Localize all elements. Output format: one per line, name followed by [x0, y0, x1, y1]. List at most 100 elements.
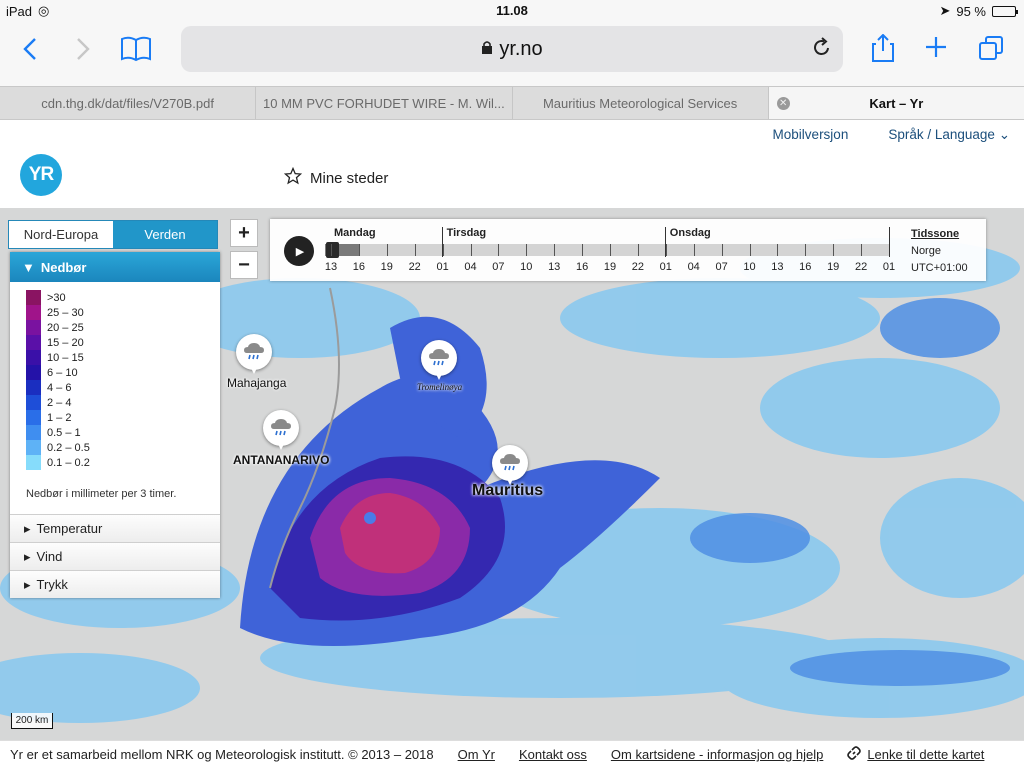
- legend-row: 0.5 – 1: [26, 425, 220, 440]
- place-label[interactable]: Mauritius: [472, 482, 543, 500]
- address-bar[interactable]: yr.no: [181, 26, 843, 72]
- timeline-hour-label: 13: [548, 261, 561, 273]
- timeline-hour-label: 07: [492, 261, 505, 273]
- panel-vind[interactable]: ▸ Vind: [10, 542, 220, 570]
- panel-label: Trykk: [36, 577, 68, 592]
- footer-credit: Yr er et samarbeid mellom NRK og Meteoro…: [10, 747, 434, 762]
- tab-nord-europa[interactable]: Nord-Europa: [9, 221, 113, 248]
- legend-label: 0.5 – 1: [47, 426, 81, 439]
- place-label[interactable]: ANTANANARIVO: [233, 453, 329, 467]
- legend-row: 6 – 10: [26, 365, 220, 380]
- legend-row: 1 – 2: [26, 410, 220, 425]
- timeline-tick: [721, 244, 723, 256]
- my-places-link[interactable]: Mine steder: [283, 166, 389, 189]
- my-places-label: Mine steder: [310, 169, 389, 187]
- location-arrow-icon: ➤: [939, 3, 951, 18]
- tab-wire[interactable]: 10 MM PVC FORHUDET WIRE - M. Wil...: [256, 87, 513, 119]
- back-chevron-icon[interactable]: [22, 36, 38, 66]
- timeline-tick: [554, 244, 556, 256]
- yr-logo[interactable]: YR: [20, 154, 62, 196]
- browser-toolbar: yr.no: [0, 22, 1024, 86]
- legend-swatch: [26, 350, 41, 365]
- timeline-hour-label: 13: [324, 261, 338, 273]
- legend-label: 1 – 2: [47, 411, 72, 424]
- legend-note: Nedbør i millimeter per 3 timer.: [26, 488, 177, 500]
- weather-map[interactable]: Nord-Europa Verden ▼ Nedbør >30 25 – 30 20…: [0, 208, 1024, 740]
- panel-temperatur[interactable]: ▸ Temperatur: [10, 514, 220, 542]
- timezone-offset: UTC+01:00: [911, 262, 968, 274]
- legend-row: >30: [26, 290, 220, 305]
- legend-label: 0.2 – 0.5: [47, 441, 90, 454]
- page-footer: Yr er et samarbeid mellom NRK og Meteoro…: [0, 740, 1024, 768]
- timeline-hour-label: 19: [603, 261, 617, 273]
- star-icon: [283, 166, 303, 189]
- triangle-right-icon: ▸: [24, 520, 31, 536]
- language-dropdown[interactable]: Språk / Language ⌄: [888, 127, 1010, 143]
- rain-cloud-icon: [244, 343, 264, 360]
- contact-link[interactable]: Kontakt oss: [519, 747, 587, 762]
- tab-kart-yr[interactable]: ✕ Kart – Yr: [768, 87, 1024, 119]
- timeline-tick: [498, 244, 500, 256]
- zoom-out-button[interactable]: −: [230, 251, 258, 279]
- weather-pin-tromelin[interactable]: [421, 340, 457, 384]
- timezone-title[interactable]: Tidssone: [911, 226, 968, 243]
- legend-swatch: [26, 335, 41, 350]
- tab-title: Mauritius Meteorological Services: [542, 95, 738, 111]
- timeline-hour-label: 19: [827, 261, 840, 273]
- mobile-version-link[interactable]: Mobilversjon: [773, 127, 849, 143]
- timeline-hour-label: 13: [771, 261, 784, 273]
- timeline-tick: [749, 244, 751, 256]
- reload-icon[interactable]: [813, 37, 831, 63]
- rain-cloud-icon: [500, 454, 520, 471]
- map-permalink[interactable]: Lenke til dette kartet: [867, 747, 984, 762]
- place-label[interactable]: Mahajanga: [227, 376, 286, 390]
- tab-pdf[interactable]: cdn.thg.dk/dat/files/V270B.pdf: [0, 87, 257, 119]
- share-icon[interactable]: [872, 33, 894, 66]
- legend-swatch: [26, 320, 41, 335]
- bookmarks-book-icon[interactable]: [120, 36, 152, 66]
- timeline-hour-label: 10: [743, 261, 756, 273]
- timeline-day-label: Onsdag: [669, 227, 711, 239]
- forward-chevron-icon[interactable]: [75, 36, 91, 66]
- map-link-wrapper[interactable]: Lenke til dette kartet: [847, 746, 984, 763]
- legend-label: >30: [47, 291, 66, 304]
- legend-row: 2 – 4: [26, 395, 220, 410]
- tab-verden[interactable]: Verden: [113, 221, 217, 248]
- map-info-link[interactable]: Om kartsidene - informasjon og hjelp: [611, 747, 823, 762]
- tabs-overview-icon[interactable]: [978, 35, 1004, 65]
- weather-pin-antananarivo[interactable]: [263, 410, 299, 454]
- legend-row: 25 – 30: [26, 305, 220, 320]
- triangle-right-icon: ▸: [24, 576, 31, 592]
- timeline-day-label: Mandag: [334, 227, 376, 239]
- timeline-handle[interactable]: [326, 242, 339, 258]
- legend-row: 10 – 15: [26, 350, 220, 365]
- timeline-hour-label: 01: [882, 261, 896, 273]
- play-icon: ▶: [295, 245, 305, 258]
- timeline-hour-label: 22: [408, 261, 421, 273]
- legend-label: 2 – 4: [47, 396, 72, 409]
- legend-row: 15 – 20: [26, 335, 220, 350]
- panel-trykk[interactable]: ▸ Trykk: [10, 570, 220, 598]
- battery-percent: 95 %: [956, 3, 986, 19]
- zoom-in-button[interactable]: +: [230, 219, 258, 247]
- region-switch: Nord-Europa Verden: [8, 220, 218, 249]
- status-bar: iPad ◎ 11.08 ➤ 95 %: [0, 0, 1024, 22]
- about-yr-link[interactable]: Om Yr: [458, 747, 495, 762]
- play-button[interactable]: ▶: [284, 236, 314, 266]
- tab-title: cdn.thg.dk/dat/files/V270B.pdf: [41, 95, 214, 111]
- legend-swatch: [26, 380, 41, 395]
- legend-swatch: [26, 395, 41, 410]
- legend-swatch: [26, 455, 41, 470]
- new-tab-plus-icon[interactable]: [924, 35, 948, 63]
- legend-label: 4 – 6: [47, 381, 72, 394]
- timeline-tick: [637, 244, 639, 256]
- place-label[interactable]: Tromelinøya: [417, 382, 462, 392]
- weather-pin-mahajanga[interactable]: [236, 334, 272, 378]
- timeline-hour-label: 22: [631, 261, 645, 273]
- close-tab-icon[interactable]: ✕: [776, 97, 790, 110]
- panel-nedbor-header[interactable]: ▼ Nedbør: [10, 252, 220, 282]
- language-label: Språk / Language: [888, 127, 995, 142]
- tab-mauritius-meteo[interactable]: Mauritius Meteorological Services: [513, 87, 769, 119]
- legend-swatch: [26, 365, 41, 380]
- chevron-down-icon: ⌄: [998, 127, 1010, 142]
